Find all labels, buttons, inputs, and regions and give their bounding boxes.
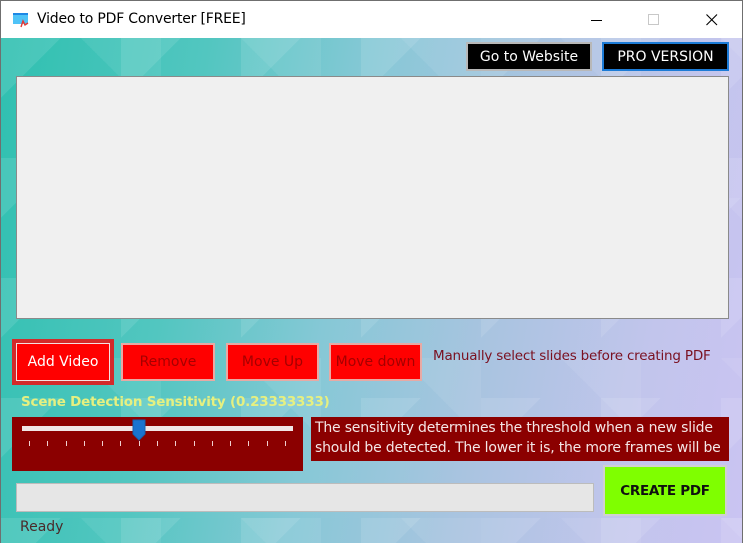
add-video-button[interactable]: Add Video (12, 339, 114, 385)
add-video-label: Add Video (16, 343, 110, 381)
pro-version-button[interactable]: PRO VERSION (602, 42, 729, 71)
slider-tick (175, 441, 177, 446)
move-up-button[interactable]: Move Up (226, 343, 319, 381)
slider-tick (230, 441, 232, 446)
sensitivity-slider-panel (12, 417, 303, 471)
slider-tick (285, 441, 286, 446)
maximize-button[interactable] (631, 1, 677, 38)
close-icon (706, 13, 718, 25)
slider-tick (211, 441, 213, 446)
slider-tick (29, 441, 30, 446)
video-pdf-app-icon (13, 12, 29, 28)
slider-tick (83, 441, 85, 446)
client-area: Go to Website PRO VERSION Add Video Remo… (1, 38, 742, 543)
create-pdf-button[interactable]: CREATE PDF (603, 465, 727, 516)
slider-tick (248, 441, 250, 446)
slider-tick (157, 441, 158, 446)
sensitivity-label: Scene Detection Sensitivity (0.23333333) (21, 394, 330, 410)
maximize-icon (648, 13, 659, 25)
sensitivity-slider-track[interactable] (22, 426, 293, 431)
title-bar: Video to PDF Converter [FREE] (1, 1, 742, 38)
slider-tick (193, 441, 195, 446)
slider-tick (102, 441, 104, 446)
move-down-button[interactable]: Move down (329, 343, 422, 381)
sensitivity-description: The sensitivity determines the threshold… (311, 417, 729, 461)
app-window: Video to PDF Converter [FREE] Go to Webs… (0, 0, 743, 543)
manual-select-hint: Manually select slides before creating P… (433, 348, 711, 364)
status-text: Ready (20, 519, 64, 535)
minimize-icon (591, 19, 602, 21)
slider-tick (47, 441, 49, 446)
sensitivity-slider-thumb[interactable] (132, 419, 146, 441)
slider-tick (266, 441, 268, 446)
video-list[interactable] (16, 76, 729, 319)
remove-button[interactable]: Remove (121, 343, 215, 381)
minimize-button[interactable] (574, 1, 620, 38)
progress-bar (16, 483, 594, 512)
window-title: Video to PDF Converter [FREE] (37, 11, 246, 27)
slider-tick (120, 441, 122, 446)
close-button[interactable] (689, 1, 735, 38)
go-to-website-button[interactable]: Go to Website (466, 42, 592, 71)
slider-tick (65, 441, 67, 446)
slider-tick (138, 441, 140, 446)
